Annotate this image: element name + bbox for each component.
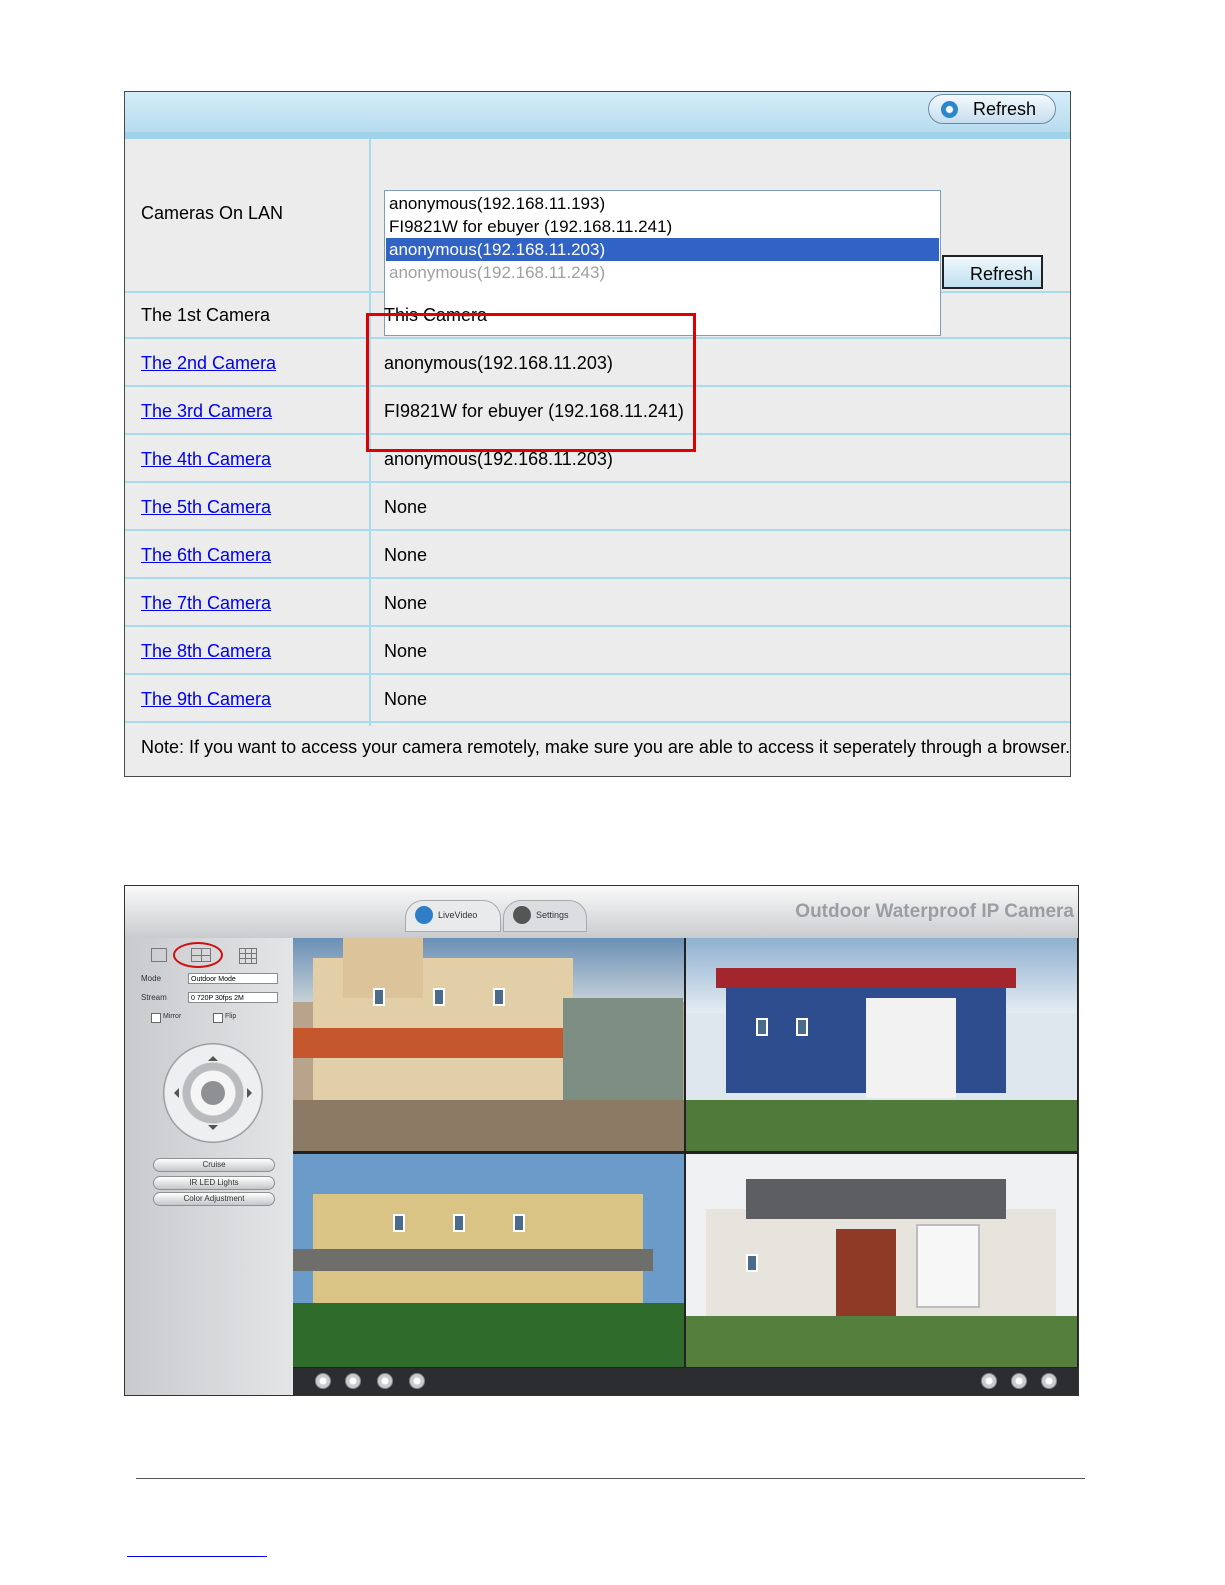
tab-live-video-label: LiveVideo	[438, 910, 478, 920]
cameras-on-lan-row: Cameras On LAN anonymous(192.168.11.193)…	[125, 139, 1070, 336]
stream-select[interactable]: 0 720P 30fps 2M	[188, 992, 278, 1003]
video-grid	[293, 938, 1078, 1368]
mirror-checkbox[interactable]	[151, 1013, 161, 1023]
video-feed-3[interactable]	[293, 1154, 684, 1367]
ptz-center-button[interactable]	[201, 1081, 225, 1105]
live-top-bar: LiveVideo Settings Outdoor Waterproof IP…	[125, 886, 1078, 938]
refresh-icon	[941, 101, 958, 118]
header-refresh-button[interactable]: Refresh	[928, 94, 1056, 124]
camera-row-3: The 3rd Camera FI9821W for ebuyer (192.1…	[125, 387, 1070, 435]
mirror-label: Mirror	[163, 1013, 182, 1020]
camera-7-link[interactable]: The 7th Camera	[141, 593, 271, 614]
camera-row-1: The 1st Camera This Camera	[125, 291, 1070, 339]
multi-camera-panel: Refresh Cameras On LAN anonymous(192.168…	[124, 91, 1071, 777]
header-refresh-label: Refresh	[973, 99, 1037, 119]
lan-refresh-label: Refresh	[970, 264, 1034, 284]
lan-refresh-button[interactable]: Refresh	[942, 255, 1043, 289]
play-icon[interactable]	[315, 1373, 331, 1389]
settings-icon	[513, 906, 531, 924]
camera-5-value: None	[384, 497, 428, 517]
camera-3-link[interactable]: The 3rd Camera	[141, 401, 272, 422]
color-adjustment-button[interactable]: Color Adjustment	[153, 1192, 275, 1206]
audio-icon[interactable]	[377, 1373, 393, 1389]
stream-label: Stream	[141, 993, 167, 1002]
tab-settings-label: Settings	[536, 910, 569, 920]
ptz-left-arrow-icon[interactable]	[169, 1088, 179, 1098]
camera-row-6: The 6th Camera None	[125, 531, 1070, 579]
video-feed-1[interactable]	[293, 938, 684, 1151]
camera-row-7: The 7th Camera None	[125, 579, 1070, 627]
camera-3-value: FI9821W for ebuyer (192.168.11.241)	[384, 401, 684, 421]
mode-select[interactable]: Outdoor Mode	[188, 973, 278, 984]
camera-4-link[interactable]: The 4th Camera	[141, 449, 271, 470]
ptz-right-arrow-icon[interactable]	[247, 1088, 257, 1098]
ptz-control-pad	[163, 1043, 263, 1143]
camera-4-value: anonymous(192.168.11.203)	[384, 449, 613, 469]
camera-row-4: The 4th Camera anonymous(192.168.11.203)	[125, 435, 1070, 483]
layout-selection-ring	[173, 942, 223, 968]
camera-5-link[interactable]: The 5th Camera	[141, 497, 271, 518]
lan-list-item[interactable]: FI9821W for ebuyer (192.168.11.241)	[386, 215, 939, 238]
live-bottom-toolbar	[293, 1368, 1078, 1395]
snapshot-icon[interactable]	[981, 1373, 997, 1389]
camera-row-5: The 5th Camera None	[125, 483, 1070, 531]
camera-row-8: The 8th Camera None	[125, 627, 1070, 675]
brand-title: Outdoor Waterproof IP Camera	[795, 901, 1074, 922]
camera-2-value: anonymous(192.168.11.203)	[384, 353, 613, 373]
lan-list-item-selected[interactable]: anonymous(192.168.11.203)	[386, 238, 939, 261]
cameras-on-lan-label: Cameras On LAN	[141, 203, 284, 223]
footer-link-underline	[127, 1556, 267, 1557]
lan-list-item[interactable]: anonymous(192.168.11.243)	[386, 261, 939, 284]
camera-6-value: None	[384, 545, 428, 565]
talk-icon[interactable]	[409, 1373, 425, 1389]
panel-header: Refresh	[125, 92, 1070, 139]
camera-1-value: This Camera	[384, 305, 488, 325]
camera-2-link[interactable]: The 2nd Camera	[141, 353, 276, 374]
footer-divider	[136, 1478, 1085, 1479]
record-icon[interactable]	[1011, 1373, 1027, 1389]
layout-9-icon[interactable]	[239, 948, 257, 964]
video-feed-2[interactable]	[686, 938, 1077, 1151]
camera-1-label: The 1st Camera	[141, 305, 271, 325]
live-side-panel: Mode Outdoor Mode Stream 0 720P 30fps 2M…	[125, 938, 293, 1395]
fullscreen-icon[interactable]	[1041, 1373, 1057, 1389]
tab-live-video[interactable]: LiveVideo	[405, 900, 501, 932]
cruise-button[interactable]: Cruise	[153, 1158, 275, 1172]
video-feed-4[interactable]	[686, 1154, 1077, 1367]
camera-6-link[interactable]: The 6th Camera	[141, 545, 271, 566]
camera-9-value: None	[384, 689, 428, 709]
camera-7-value: None	[384, 593, 428, 613]
camera-9-link[interactable]: The 9th Camera	[141, 689, 271, 710]
flip-label: Flip	[225, 1013, 237, 1020]
camera-row-9: The 9th Camera None	[125, 675, 1070, 723]
camera-row-2: The 2nd Camera anonymous(192.168.11.203)	[125, 339, 1070, 387]
camera-8-value: None	[384, 641, 428, 661]
stop-icon[interactable]	[345, 1373, 361, 1389]
flip-checkbox[interactable]	[213, 1013, 223, 1023]
live-video-screenshot: LiveVideo Settings Outdoor Waterproof IP…	[124, 885, 1079, 1396]
lan-list-item[interactable]: anonymous(192.168.11.193)	[386, 192, 939, 215]
ptz-up-arrow-icon[interactable]	[208, 1051, 218, 1061]
ptz-down-arrow-icon[interactable]	[208, 1125, 218, 1135]
remote-access-note: Note: If you want to access your camera …	[141, 737, 1071, 757]
layout-1-icon[interactable]	[151, 948, 167, 962]
ir-led-lights-button[interactable]: IR LED Lights	[153, 1176, 275, 1190]
tab-settings[interactable]: Settings	[503, 900, 587, 932]
live-video-icon	[415, 906, 433, 924]
mode-label: Mode	[141, 974, 162, 983]
camera-8-link[interactable]: The 8th Camera	[141, 641, 271, 662]
